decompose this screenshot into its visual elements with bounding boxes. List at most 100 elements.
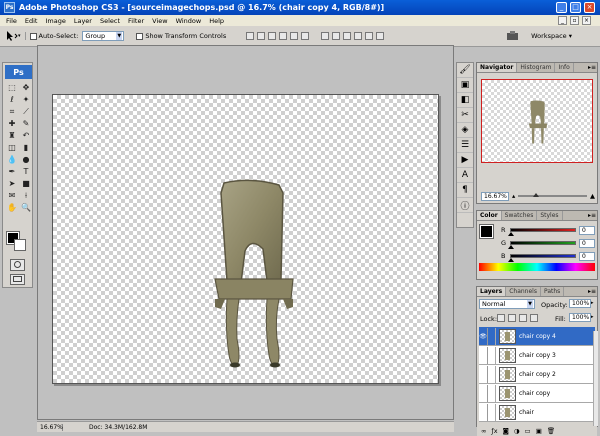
panel-menu-icon[interactable]: ▸≡ <box>587 63 597 72</box>
lock-pixels-icon[interactable] <box>508 314 516 322</box>
menu-file[interactable]: File <box>2 17 21 25</box>
color-spectrum[interactable] <box>479 263 595 271</box>
align-right-icon[interactable] <box>301 32 310 40</box>
panel-menu-icon[interactable]: ▸≡ <box>587 287 597 296</box>
fill-field[interactable]: 100% <box>569 313 591 322</box>
navigator-thumbnail[interactable] <box>481 79 593 163</box>
menu-help[interactable]: Help <box>205 17 228 25</box>
type-tool-icon[interactable]: T <box>20 166 32 177</box>
clone-stamp-tool-icon[interactable]: ♜ <box>6 130 18 141</box>
align-top-icon[interactable] <box>246 32 255 40</box>
lock-position-icon[interactable] <box>519 314 527 322</box>
distribute-hcenter-icon[interactable] <box>365 32 374 40</box>
align-left-icon[interactable] <box>279 32 288 40</box>
tools-icon[interactable]: ✂ <box>457 108 473 123</box>
link-layers-icon[interactable]: ∞ <box>481 427 486 435</box>
layer-row[interactable]: chair copy 2 <box>479 365 595 384</box>
tab-info[interactable]: Info <box>555 63 574 72</box>
background-color-swatch[interactable] <box>14 239 26 251</box>
lock-all-icon[interactable] <box>530 314 538 322</box>
menu-select[interactable]: Select <box>96 17 124 25</box>
hidden-eye-icon[interactable] <box>479 384 488 402</box>
channel-value-field[interactable]: 0 <box>579 225 595 235</box>
canvas[interactable] <box>52 94 439 384</box>
color-fg-swatch[interactable] <box>479 224 494 239</box>
slider-knob-icon[interactable] <box>508 232 514 236</box>
distribute-left-icon[interactable] <box>354 32 363 40</box>
menu-window[interactable]: Window <box>172 17 206 25</box>
blur-tool-icon[interactable]: 💧 <box>6 154 18 165</box>
opacity-field[interactable]: 100% <box>569 299 591 308</box>
menu-view[interactable]: View <box>148 17 171 25</box>
tab-color[interactable]: Color <box>477 211 502 220</box>
distribute-bottom-icon[interactable] <box>343 32 352 40</box>
adjustment-layer-icon[interactable]: ◑ <box>514 427 520 435</box>
character-icon[interactable]: A <box>457 168 473 183</box>
paragraph-icon[interactable]: ¶ <box>457 183 473 198</box>
minimize-button[interactable]: _ <box>556 2 567 13</box>
menu-edit[interactable]: Edit <box>21 17 42 25</box>
slider-knob-icon[interactable] <box>508 258 514 262</box>
new-layer-icon[interactable]: ▣ <box>536 427 542 435</box>
distribute-top-icon[interactable] <box>321 32 330 40</box>
eyedropper-tool-icon[interactable]: ⟊ <box>20 190 32 201</box>
layer-link-slot[interactable] <box>488 327 496 345</box>
eraser-tool-icon[interactable]: ◫ <box>6 142 18 153</box>
dodge-tool-icon[interactable]: ● <box>20 154 32 165</box>
tool-presets-icon[interactable]: ▣ <box>457 78 473 93</box>
layers-scrollbar[interactable] <box>593 331 598 426</box>
menu-image[interactable]: Image <box>41 17 69 25</box>
move-tool-icon[interactable]: ✥ <box>20 82 32 93</box>
bridge-icon[interactable] <box>506 30 520 44</box>
auto-select-dropdown[interactable]: Group ▼ <box>82 31 125 41</box>
channel-slider[interactable] <box>508 241 576 249</box>
workspace-button[interactable]: Workspace ▾ <box>531 30 572 42</box>
layer-link-slot[interactable] <box>488 403 496 421</box>
screen-mode-icon[interactable] <box>10 274 25 285</box>
lasso-tool-icon[interactable]: ℓ <box>6 94 18 105</box>
channel-value-field[interactable]: 0 <box>579 238 595 248</box>
zoom-out-icon[interactable]: ▴ <box>512 192 515 200</box>
quick-mask-icon[interactable] <box>10 259 25 271</box>
layer-mask-icon[interactable]: ◙ <box>503 427 509 435</box>
opacity-chevron-icon[interactable]: ▸ <box>591 300 594 306</box>
align-bottom-icon[interactable] <box>268 32 277 40</box>
channel-value-field[interactable]: 0 <box>579 251 595 261</box>
tab-channels[interactable]: Channels <box>506 287 541 296</box>
healing-brush-tool-icon[interactable]: ✚ <box>6 118 18 129</box>
notes-tool-icon[interactable]: ✉ <box>6 190 18 201</box>
history-icon[interactable]: ☰ <box>457 138 473 153</box>
new-group-icon[interactable]: ▭ <box>525 427 531 435</box>
align-hcenter-icon[interactable] <box>290 32 299 40</box>
history-brush-tool-icon[interactable]: ↶ <box>20 130 32 141</box>
move-tool-preset[interactable]: ▾ <box>4 30 21 42</box>
crop-tool-icon[interactable]: ⌗ <box>6 106 18 117</box>
pen-tool-icon[interactable]: ✒ <box>6 166 18 177</box>
hidden-eye-icon[interactable] <box>479 346 488 364</box>
panel-menu-icon[interactable]: ▸≡ <box>587 211 597 220</box>
maximize-button[interactable]: □ <box>570 2 581 13</box>
shape-tool-icon[interactable]: ■ <box>20 178 32 189</box>
marquee-tool-icon[interactable]: ⬚ <box>6 82 18 93</box>
layer-comps-icon[interactable]: ◧ <box>457 93 473 108</box>
show-transform-checkbox[interactable] <box>136 32 144 40</box>
tab-styles[interactable]: Styles <box>537 211 563 220</box>
slice-tool-icon[interactable]: ⟋ <box>20 106 32 117</box>
hidden-eye-icon[interactable] <box>479 403 488 421</box>
layer-row[interactable]: 👁 chair copy 4 <box>479 327 595 346</box>
path-selection-tool-icon[interactable]: ➤ <box>6 178 18 189</box>
clone-source-icon[interactable]: ◈ <box>457 123 473 138</box>
tab-navigator[interactable]: Navigator <box>477 63 518 72</box>
close-button[interactable]: × <box>584 2 595 13</box>
layer-link-slot[interactable] <box>488 384 496 402</box>
distribute-vcenter-icon[interactable] <box>332 32 341 40</box>
actions-icon[interactable]: ▶ <box>457 153 473 168</box>
brushes-icon[interactable]: 🖌 <box>457 63 473 78</box>
doc-minimize-button[interactable]: _ <box>558 16 567 25</box>
gradient-tool-icon[interactable]: ▮ <box>20 142 32 153</box>
layer-row[interactable]: chair copy 3 <box>479 346 595 365</box>
slider-knob-icon[interactable] <box>508 245 514 249</box>
zoom-level[interactable]: 16.67% <box>37 423 63 431</box>
blend-mode-dropdown[interactable]: Normal ▼ <box>479 299 535 309</box>
hidden-eye-icon[interactable] <box>479 365 488 383</box>
